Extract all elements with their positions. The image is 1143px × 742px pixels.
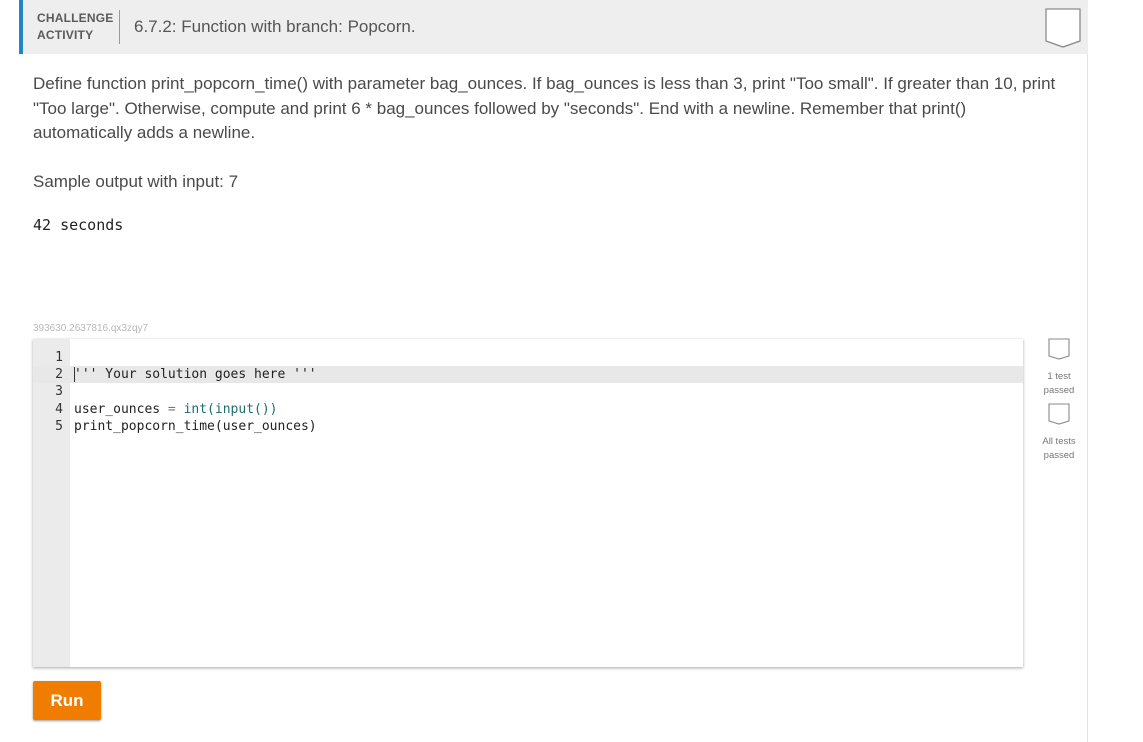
- one-test-caption-line2: passed: [1043, 384, 1075, 396]
- run-button[interactable]: Run: [33, 681, 101, 720]
- one-test-badge-icon: [1048, 338, 1070, 360]
- problem-statement: Define function print_popcorn_time() wit…: [33, 74, 1056, 142]
- code-token-variable: user_ounces: [74, 402, 161, 417]
- all-tests-caption-line2: passed: [1043, 449, 1075, 461]
- code-line[interactable]: 1: [33, 349, 1023, 366]
- code-token-args: (user_ounces): [214, 419, 317, 434]
- sample-output-label: Sample output with input: 7: [33, 172, 239, 191]
- code-text: ''' Your solution goes here ''': [74, 367, 317, 382]
- all-tests-caption-line1: All tests: [1042, 436, 1076, 447]
- code-token-function: print_popcorn_time: [74, 419, 215, 434]
- activity-type-line2: ACTIVITY: [37, 28, 94, 42]
- activity-type-line1: CHALLENGE: [37, 11, 114, 25]
- sample-output: 42 seconds: [33, 216, 124, 234]
- code-text: user_ounces = int(input()): [74, 401, 278, 418]
- code-line-active[interactable]: 2 ''' Your solution goes here ''': [33, 366, 1023, 383]
- code-token-operator: =: [160, 402, 184, 417]
- test-status-one: 1 test passed: [1041, 338, 1077, 397]
- one-test-caption: 1 test passed: [1041, 370, 1077, 397]
- activity-title: 6.7.2: Function with branch: Popcorn.: [134, 17, 416, 36]
- line-number: 1: [55, 350, 63, 365]
- activity-id: 393630.2637816.qx3zqy7: [33, 323, 149, 334]
- line-number: 5: [55, 419, 63, 434]
- code-text: print_popcorn_time(user_ounces): [74, 418, 317, 435]
- activity-type-label: CHALLENGE ACTIVITY: [37, 10, 113, 44]
- completion-badge-icon: [1045, 8, 1081, 48]
- test-status-all: All tests passed: [1041, 403, 1077, 462]
- line-number: 3: [55, 384, 63, 399]
- all-tests-caption: All tests passed: [1041, 435, 1077, 462]
- header-divider: [119, 10, 120, 44]
- all-tests-badge-icon: [1048, 403, 1070, 425]
- line-number: 2: [55, 367, 63, 382]
- code-line[interactable]: 3: [33, 383, 1023, 400]
- code-line[interactable]: 4 user_ounces = int(input()): [33, 401, 1023, 418]
- one-test-caption-line1: 1 test: [1047, 371, 1071, 382]
- code-editor[interactable]: 1 2 ''' Your solution goes here ''' 3 4 …: [33, 339, 1023, 667]
- code-line[interactable]: 5 print_popcorn_time(user_ounces): [33, 418, 1023, 435]
- challenge-activity: CHALLENGE ACTIVITY 6.7.2: Function with …: [19, 0, 1088, 742]
- text-cursor: [74, 367, 75, 382]
- activity-header: CHALLENGE ACTIVITY 6.7.2: Function with …: [19, 0, 1088, 54]
- code-token-builtin: int(input()): [183, 402, 278, 417]
- line-number: 4: [55, 402, 63, 417]
